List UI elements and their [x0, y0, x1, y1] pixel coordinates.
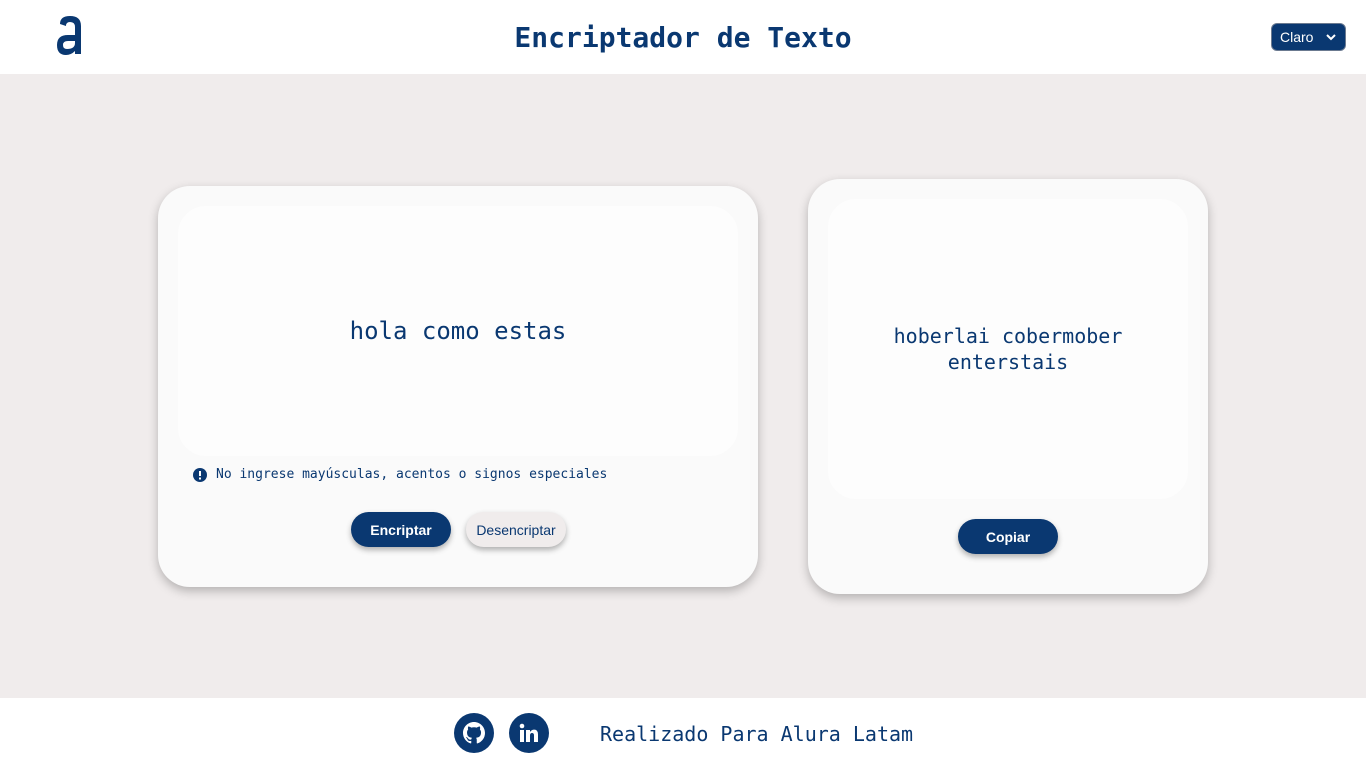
- exclamation-circle-icon: [193, 467, 207, 482]
- theme-select[interactable]: Claro: [1271, 23, 1346, 51]
- warning-text: No ingrese mayúsculas, acentos o signos …: [216, 467, 608, 482]
- header: Encriptador de Texto Claro: [0, 0, 1366, 74]
- output-textarea[interactable]: hoberlai cobermober enterstais: [828, 199, 1188, 499]
- warning-message: No ingrese mayúsculas, acentos o signos …: [193, 467, 607, 482]
- linkedin-icon: [519, 723, 538, 742]
- copy-button[interactable]: Copiar: [958, 519, 1058, 554]
- output-text: hoberlai cobermober enterstais: [893, 324, 1123, 374]
- linkedin-link[interactable]: [509, 713, 549, 753]
- encrypt-button[interactable]: Encriptar: [351, 512, 451, 547]
- theme-select-value: Claro: [1280, 29, 1314, 45]
- input-textarea[interactable]: hola como estas: [178, 206, 738, 456]
- github-icon: [463, 722, 485, 744]
- chevron-down-icon: [1326, 34, 1336, 41]
- decrypt-button[interactable]: Desencriptar: [466, 512, 566, 547]
- footer: Realizado Para Alura Latam: [0, 698, 1366, 768]
- page-title: Encriptador de Texto: [514, 21, 852, 54]
- footer-credit: Realizado Para Alura Latam: [600, 722, 914, 746]
- input-text: hola como estas: [349, 317, 567, 345]
- github-link[interactable]: [454, 713, 494, 753]
- output-card: hoberlai cobermober enterstais Copiar: [808, 179, 1208, 594]
- input-card: hola como estas No ingrese mayúsculas, a…: [158, 186, 758, 587]
